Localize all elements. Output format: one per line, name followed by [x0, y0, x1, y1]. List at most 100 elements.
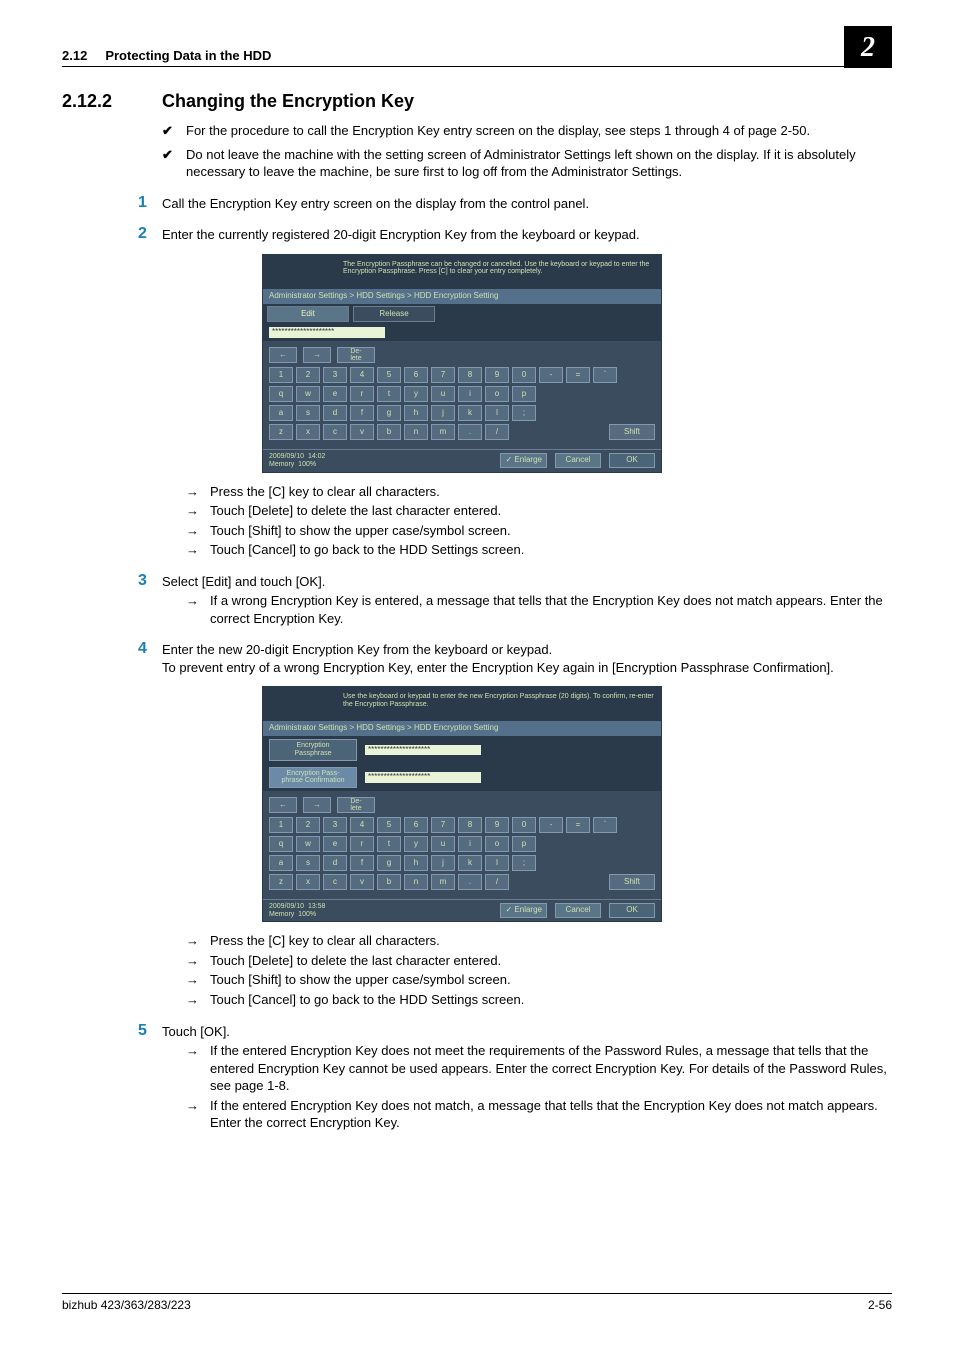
passphrase-field[interactable]: ********************: [269, 327, 385, 338]
enlarge-button[interactable]: ✓ Enlarge: [500, 903, 547, 918]
keyboard-key[interactable]: v: [350, 874, 374, 890]
keyboard-key[interactable]: 6: [404, 367, 428, 383]
arrow-right-icon[interactable]: →: [303, 347, 331, 363]
cancel-button[interactable]: Cancel: [555, 453, 601, 468]
keyboard-key[interactable]: 3: [323, 367, 347, 383]
keyboard-key[interactable]: .: [458, 874, 482, 890]
keyboard-key[interactable]: l: [485, 855, 509, 871]
keyboard-key[interactable]: l: [485, 405, 509, 421]
keyboard-key[interactable]: g: [377, 405, 401, 421]
keyboard-key[interactable]: ;: [512, 855, 536, 871]
keyboard-key[interactable]: 4: [350, 367, 374, 383]
keyboard-key[interactable]: h: [404, 855, 428, 871]
keyboard-key[interactable]: z: [269, 874, 293, 890]
keyboard-key[interactable]: j: [431, 405, 455, 421]
keyboard-key[interactable]: m: [431, 424, 455, 440]
keyboard-key[interactable]: i: [458, 836, 482, 852]
keyboard-key[interactable]: i: [458, 386, 482, 402]
keyboard-key[interactable]: b: [377, 874, 401, 890]
keyboard-key[interactable]: x: [296, 874, 320, 890]
keyboard-key[interactable]: f: [350, 405, 374, 421]
keyboard-key[interactable]: 8: [458, 817, 482, 833]
keyboard-key[interactable]: q: [269, 386, 293, 402]
passphrase-confirm-field[interactable]: ********************: [365, 772, 481, 783]
keyboard-key[interactable]: c: [323, 874, 347, 890]
keyboard-key[interactable]: 3: [323, 817, 347, 833]
keyboard-key[interactable]: c: [323, 424, 347, 440]
keyboard-key[interactable]: e: [323, 836, 347, 852]
passphrase-field[interactable]: ********************: [365, 745, 481, 756]
keyboard-key[interactable]: 5: [377, 367, 401, 383]
keyboard-key[interactable]: n: [404, 874, 428, 890]
delete-button[interactable]: De- lete: [337, 797, 375, 813]
keyboard-key[interactable]: 6: [404, 817, 428, 833]
keyboard-key[interactable]: 5: [377, 817, 401, 833]
keyboard-key[interactable]: 1: [269, 367, 293, 383]
keyboard-key[interactable]: 9: [485, 817, 509, 833]
keyboard-key[interactable]: 2: [296, 817, 320, 833]
keyboard-key[interactable]: /: [485, 874, 509, 890]
keyboard-key[interactable]: r: [350, 386, 374, 402]
keyboard-key[interactable]: w: [296, 836, 320, 852]
arrow-left-icon[interactable]: ←: [269, 347, 297, 363]
keyboard-key[interactable]: x: [296, 424, 320, 440]
keyboard-key[interactable]: p: [512, 386, 536, 402]
keyboard-key[interactable]: t: [377, 836, 401, 852]
keyboard-key[interactable]: h: [404, 405, 428, 421]
keyboard-key[interactable]: v: [350, 424, 374, 440]
keyboard-key[interactable]: 0: [512, 367, 536, 383]
keyboard-key[interactable]: f: [350, 855, 374, 871]
keyboard-key[interactable]: b: [377, 424, 401, 440]
arrow-left-icon[interactable]: ←: [269, 797, 297, 813]
keyboard-key[interactable]: k: [458, 405, 482, 421]
keyboard-key[interactable]: s: [296, 405, 320, 421]
keyboard-key[interactable]: m: [431, 874, 455, 890]
keyboard-key[interactable]: -: [539, 817, 563, 833]
keyboard-key[interactable]: z: [269, 424, 293, 440]
keyboard-key[interactable]: r: [350, 836, 374, 852]
keyboard-key[interactable]: 2: [296, 367, 320, 383]
keyboard-key[interactable]: k: [458, 855, 482, 871]
ok-button[interactable]: OK: [609, 453, 655, 468]
keyboard-key[interactable]: o: [485, 386, 509, 402]
delete-button[interactable]: De- lete: [337, 347, 375, 363]
shift-button[interactable]: Shift: [609, 424, 655, 440]
keyboard-key[interactable]: .: [458, 424, 482, 440]
keyboard-key[interactable]: `: [593, 367, 617, 383]
keyboard-key[interactable]: 0: [512, 817, 536, 833]
keyboard-key[interactable]: `: [593, 817, 617, 833]
keyboard-key[interactable]: j: [431, 855, 455, 871]
keyboard-key[interactable]: d: [323, 405, 347, 421]
ok-button[interactable]: OK: [609, 903, 655, 918]
keyboard-key[interactable]: a: [269, 405, 293, 421]
keyboard-key[interactable]: o: [485, 836, 509, 852]
keyboard-key[interactable]: ;: [512, 405, 536, 421]
keyboard-key[interactable]: y: [404, 386, 428, 402]
keyboard-key[interactable]: t: [377, 386, 401, 402]
tab-edit[interactable]: Edit: [267, 306, 349, 323]
shift-button[interactable]: Shift: [609, 874, 655, 890]
keyboard-key[interactable]: 1: [269, 817, 293, 833]
enlarge-button[interactable]: ✓ Enlarge: [500, 453, 547, 468]
cancel-button[interactable]: Cancel: [555, 903, 601, 918]
arrow-right-icon[interactable]: →: [303, 797, 331, 813]
keyboard-key[interactable]: 7: [431, 817, 455, 833]
keyboard-key[interactable]: w: [296, 386, 320, 402]
keyboard-key[interactable]: 7: [431, 367, 455, 383]
keyboard-key[interactable]: -: [539, 367, 563, 383]
keyboard-key[interactable]: y: [404, 836, 428, 852]
keyboard-key[interactable]: p: [512, 836, 536, 852]
keyboard-key[interactable]: /: [485, 424, 509, 440]
keyboard-key[interactable]: g: [377, 855, 401, 871]
tab-release[interactable]: Release: [353, 306, 435, 323]
keyboard-key[interactable]: e: [323, 386, 347, 402]
keyboard-key[interactable]: 9: [485, 367, 509, 383]
keyboard-key[interactable]: s: [296, 855, 320, 871]
keyboard-key[interactable]: u: [431, 386, 455, 402]
keyboard-key[interactable]: n: [404, 424, 428, 440]
keyboard-key[interactable]: 4: [350, 817, 374, 833]
keyboard-key[interactable]: d: [323, 855, 347, 871]
keyboard-key[interactable]: a: [269, 855, 293, 871]
keyboard-key[interactable]: =: [566, 367, 590, 383]
keyboard-key[interactable]: =: [566, 817, 590, 833]
